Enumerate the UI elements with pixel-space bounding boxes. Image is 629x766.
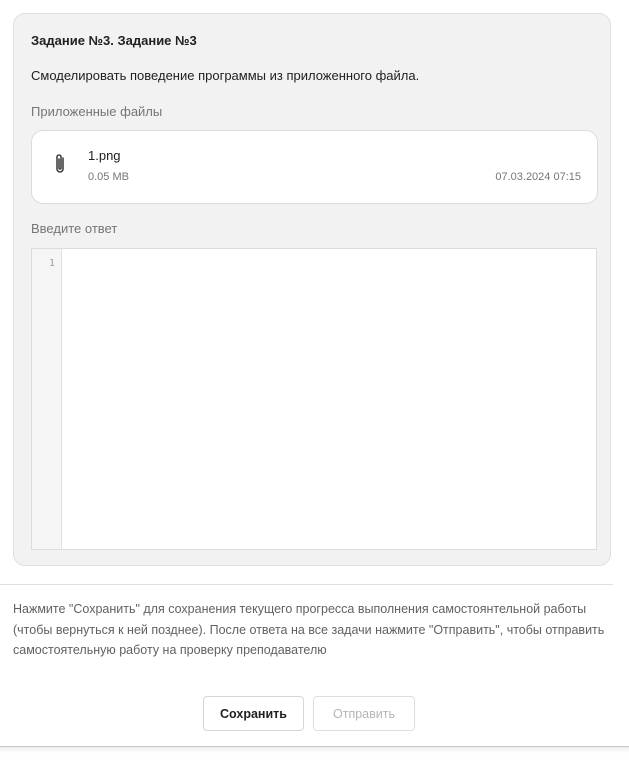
file-date: 07.03.2024 07:15 [495, 171, 581, 183]
answer-input[interactable] [62, 249, 596, 549]
hint-text: Нажмите "Сохранить" для сохранения текущ… [13, 602, 605, 657]
task-description: Смоделировать поведение программы из при… [31, 68, 420, 83]
bottom-shadow [0, 747, 629, 753]
attached-file-item[interactable]: 1.png 0.05 MB 07.03.2024 07:15 [31, 130, 598, 204]
paperclip-icon [56, 154, 64, 173]
file-size: 0.05 MB [88, 171, 129, 183]
answer-label: Введите ответ [31, 221, 118, 236]
task-title: Задание №3. Задание №3 [31, 33, 197, 48]
task-card: Задание №3. Задание №3 Смоделировать пов… [13, 13, 611, 566]
file-name[interactable]: 1.png [88, 148, 121, 163]
attached-files-label: Приложенные файлы [31, 104, 163, 119]
code-editor[interactable]: 1 [31, 248, 597, 550]
divider [0, 584, 613, 585]
line-number: 1 [48, 258, 55, 269]
editor-gutter: 1 [32, 249, 62, 549]
submit-button[interactable]: Отправить [313, 696, 415, 731]
save-button[interactable]: Сохранить [203, 696, 304, 731]
